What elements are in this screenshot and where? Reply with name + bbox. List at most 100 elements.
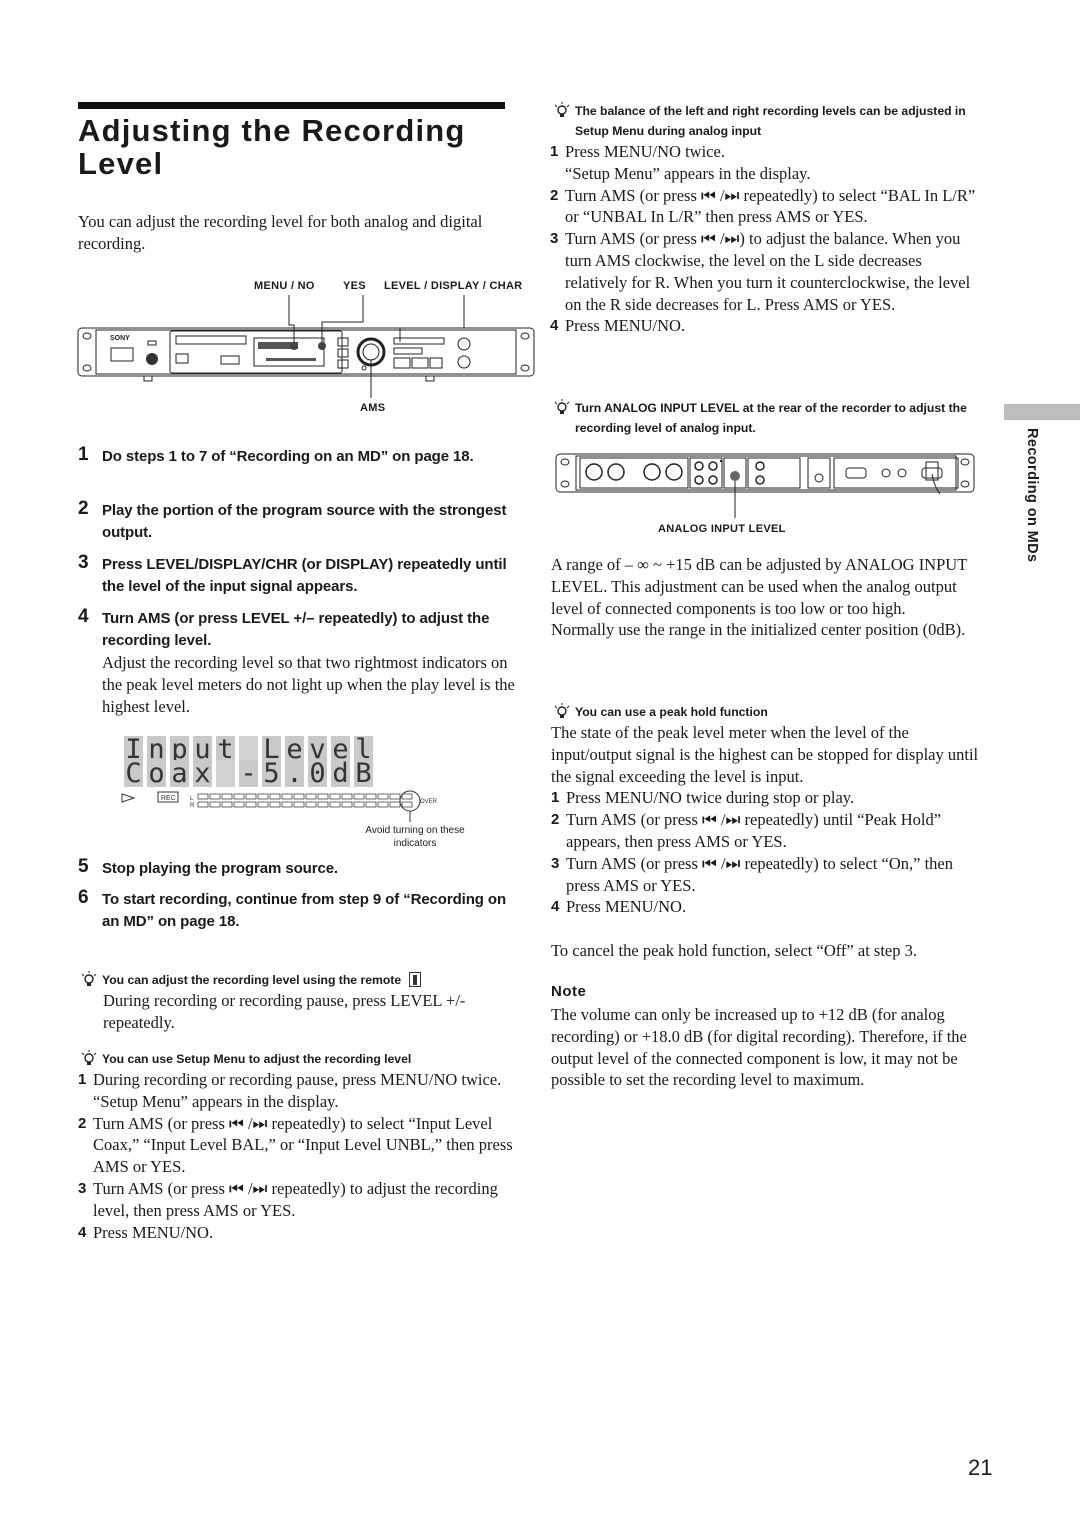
tip-heading-text: You can use a peak hold function (575, 705, 768, 719)
meter-segment-left (257, 793, 269, 800)
meter-segment-left (221, 793, 233, 800)
tip-body: During recording or recording pause, pre… (103, 991, 466, 1032)
meter-segment-right (245, 801, 257, 808)
channel-left-label: L (190, 796, 194, 802)
step-number: 4 (78, 606, 89, 627)
meter-segment-right (257, 801, 269, 808)
rec-badge: REC (161, 795, 176, 802)
play-indicator-icon (121, 793, 136, 803)
list-item: 3 Turn AMS (or press ⏮ /⏭) to adjust the … (550, 228, 983, 315)
meter-segment-left (245, 793, 257, 800)
meter-segment-right (341, 801, 353, 808)
lcd-character: o (147, 760, 166, 787)
note-text: The volume can only be increased up to +… (551, 1005, 967, 1090)
meter-segment-right (377, 801, 389, 808)
channel-right-label: R (190, 803, 195, 809)
list-item-number: 4 (550, 317, 559, 335)
step-5: 5 Stop playing the program source. (78, 856, 518, 880)
meter-segment-left (281, 793, 293, 800)
level-display-char-button (393, 337, 445, 345)
menu-no-button (290, 342, 298, 350)
title-rule (78, 102, 505, 109)
lcd-character: v (308, 736, 327, 763)
meter-segment-left (377, 793, 389, 800)
list-item-text: Press MENU/NO. (565, 316, 686, 336)
numbered-list: 1 Press MENU/NO twice. “Setup Menu” appear… (550, 141, 983, 337)
meter-segment-right (221, 801, 233, 808)
tip-remote: You can adjust the recording level using… (80, 970, 520, 1034)
tip-heading-text: Turn ANALOG INPUT LEVEL at the rear of t… (575, 401, 967, 435)
lcd-character: e (331, 736, 350, 763)
lcd-character: e (285, 736, 304, 763)
meter-segment-right (293, 801, 305, 808)
tip-heading-text: You can adjust the recording level using… (102, 973, 402, 987)
meter-segment-right (317, 801, 329, 808)
analog-bal-section (579, 457, 689, 489)
callout-analog-input-level: ANALOG INPUT LEVEL (658, 523, 786, 535)
list-item: 4 Press MENU/NO. (550, 315, 983, 337)
tip-balance: The balance of the left and right record… (550, 101, 983, 337)
list-item-number: 2 (78, 1114, 87, 1132)
lcd-line-1: InputLevel (124, 736, 373, 763)
lcd-character: - (239, 760, 258, 787)
list-item-text: During recording or recording pause, pre… (93, 1070, 502, 1089)
step-4: 4 Turn AMS (or press LEVEL +/– repeatedl… (78, 606, 518, 717)
step-3: 3 Press LEVEL/DISPLAY/CHR (or DISPLAY) r… (78, 552, 518, 598)
list-item-number: 4 (551, 898, 560, 916)
list-item-number: 3 (551, 854, 560, 872)
step-heading: Do steps 1 to 7 of “Recording on an MD” … (102, 448, 474, 465)
tip-setup-menu: You can use Setup Menu to adjust the rec… (78, 1049, 520, 1243)
meter-segment-right (353, 801, 365, 808)
page-title: Adjusting the Recording Level (78, 113, 466, 181)
yes-button (318, 342, 326, 350)
disc-slot (175, 335, 247, 345)
meter-segment-left (293, 793, 305, 800)
level-meter: REC L R OVER (121, 790, 438, 822)
step-body: Adjust the recording level so that two r… (102, 653, 515, 716)
list-item: 2 Turn AMS (or press ⏮ /⏭ repeatedly) to … (550, 185, 983, 229)
list-item: 3 Turn AMS (or press ⏮ /⏭ repeatedly) to … (78, 1178, 520, 1222)
analog-unbal-section (689, 457, 723, 489)
meter-segment-right (281, 801, 293, 808)
step-number: 5 (78, 856, 89, 877)
power-inlet (925, 461, 939, 481)
step-heading: Stop playing the program source. (102, 860, 339, 877)
list-item-number: 3 (550, 230, 559, 248)
list-item-text: Press MENU/NO. (93, 1222, 214, 1242)
list-item-text: Turn AMS (or press ⏮ /⏭ repeatedly) to a… (93, 1178, 498, 1220)
lcd-character: 5 (262, 760, 281, 787)
list-item-number: 2 (551, 811, 560, 829)
meter-segment-right (233, 801, 245, 808)
lcd-character: x (193, 760, 212, 787)
tip-heading: Turn ANALOG INPUT LEVEL at the rear of t… (553, 398, 983, 438)
tip-heading: You can use a peak hold function (553, 702, 983, 722)
leader-line-level (399, 295, 465, 342)
list-item-subtext: “Setup Menu” appears in the display. (565, 163, 811, 183)
lcd-character: I (124, 736, 143, 763)
list-item-subtext: “Setup Menu” appears in the display. (93, 1091, 339, 1111)
lcd-character: n (147, 736, 166, 763)
callout-ams: AMS (360, 402, 386, 414)
disc-display-panel (169, 330, 343, 374)
meter-segment-right (305, 801, 317, 808)
tip-peak-hold: You can use a peak hold function The sta… (551, 702, 983, 962)
step-heading: Play the portion of the program source w… (102, 502, 507, 541)
list-item-text: Press MENU/NO twice during stop or play. (566, 788, 855, 808)
list-item-text: Turn AMS (or press ⏮ /⏭ repeatedly) to s… (93, 1113, 513, 1177)
lcd-character: . (285, 760, 304, 787)
list-item: 1 During recording or recording pause, pr… (78, 1069, 520, 1113)
step-number: 1 (78, 444, 89, 465)
meter-segment-left (305, 793, 317, 800)
lcd-character: 0 (308, 760, 327, 787)
analog-input-level-knob (730, 471, 740, 481)
step-number: 6 (78, 887, 89, 908)
meter-segment-left (389, 793, 401, 800)
brand-logo: SONY (110, 335, 130, 342)
tip-heading: You can use Setup Menu to adjust the rec… (80, 1049, 520, 1069)
list-item: 1 Press MENU/NO twice. “Setup Menu” appear… (550, 141, 983, 185)
list-item-number: 1 (551, 789, 560, 807)
meter-segment-left (197, 793, 209, 800)
intro-paragraph: You can adjust the recording level for b… (78, 212, 483, 253)
peak-hold-outro: To cancel the peak hold function, select… (551, 941, 917, 961)
lcd-character: a (170, 760, 189, 787)
